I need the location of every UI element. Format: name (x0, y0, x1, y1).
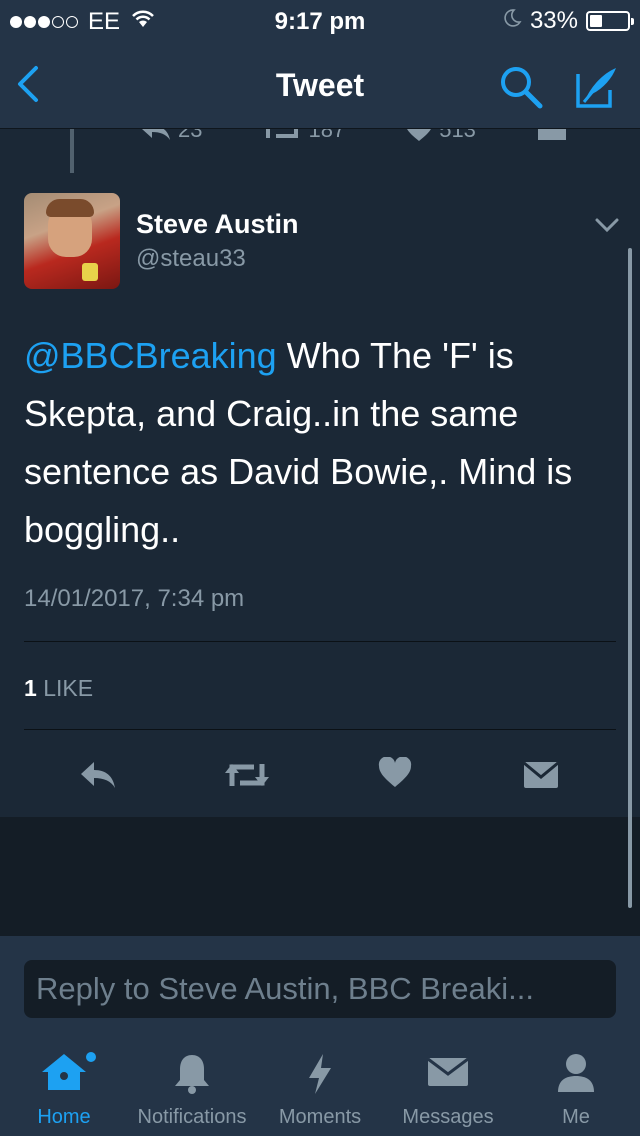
home-notification-dot (86, 1052, 96, 1062)
reply-input[interactable]: Reply to Steve Austin, BBC Breaki... (24, 960, 616, 1018)
direct-message-button[interactable] (522, 759, 560, 796)
tab-bar: Home Notifications Moments Messages Me (0, 1036, 640, 1136)
reply-bar: Reply to Steve Austin, BBC Breaki... (0, 936, 640, 1036)
author-handle[interactable]: @steau33 (136, 245, 246, 273)
search-icon[interactable] (498, 64, 544, 115)
lightning-icon (309, 1054, 331, 1094)
retweet-icon (225, 764, 269, 786)
moon-icon (502, 7, 522, 35)
home-icon (42, 1054, 86, 1090)
tweet-timestamp: 14/01/2017, 7:34 pm (24, 585, 245, 612)
nav-bar: Tweet (0, 40, 640, 129)
scrollbar[interactable] (628, 248, 632, 908)
previous-tweet-actions: 23 187 513 (140, 129, 568, 143)
envelope-icon (537, 129, 566, 140)
reply-icon (81, 762, 115, 788)
divider (24, 641, 616, 642)
like-count-row[interactable]: 1 LIKE (24, 675, 93, 702)
like-count: 1 (24, 675, 37, 701)
battery-percent: 33% (529, 7, 578, 34)
chevron-down-icon[interactable] (594, 217, 620, 238)
prev-dm-action[interactable] (536, 129, 568, 143)
like-button[interactable] (378, 756, 412, 794)
heart-icon (407, 129, 432, 141)
prev-reply-action[interactable]: 23 (140, 129, 202, 143)
bell-icon (175, 1055, 209, 1094)
tab-label: Me (562, 1106, 590, 1128)
retweet-icon (266, 129, 299, 138)
reply-icon (142, 129, 170, 140)
page-title: Tweet (275, 67, 365, 103)
divider (24, 729, 616, 730)
prev-retweet-count: 187 (308, 129, 346, 142)
person-icon (558, 1054, 594, 1092)
compose-tweet-icon[interactable] (574, 64, 620, 115)
heart-icon (378, 756, 412, 787)
battery-icon (586, 11, 634, 31)
prev-like-count: 513 (439, 129, 476, 142)
tweet-text: @BBCBreaking Who The 'F' is Skepta, and … (24, 327, 614, 559)
reply-button[interactable] (78, 759, 118, 796)
mention-link[interactable]: @BBCBreaking (24, 335, 277, 376)
prev-like-action[interactable]: 513 (405, 129, 476, 143)
envelope-icon (427, 1057, 469, 1086)
prev-retweet-action[interactable]: 187 (262, 129, 345, 143)
author-name[interactable]: Steve Austin (136, 209, 299, 240)
prev-reply-count: 23 (178, 129, 203, 142)
avatar[interactable] (24, 193, 120, 289)
retweet-button[interactable] (222, 759, 272, 796)
envelope-icon (523, 761, 559, 788)
tweet-detail: 23 187 513 Steve Austin @steau33 @BBCBre… (0, 129, 640, 817)
thread-line (70, 129, 74, 173)
tab-me[interactable]: Me (512, 1036, 640, 1136)
like-label: LIKE (43, 675, 94, 701)
status-bar: EE 9:17 pm 33% (0, 0, 640, 40)
status-right: 33% (502, 7, 634, 35)
